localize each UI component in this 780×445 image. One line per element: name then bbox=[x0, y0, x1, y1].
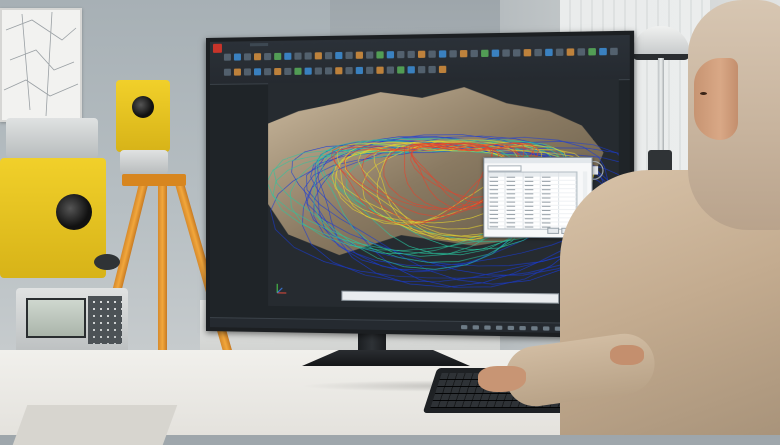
ribbon-tool-icon[interactable] bbox=[513, 49, 520, 56]
ribbon-tool-icon[interactable] bbox=[418, 51, 425, 58]
ribbon-tool-icon[interactable] bbox=[387, 51, 394, 58]
ribbon-tool-icon[interactable] bbox=[244, 53, 251, 60]
ribbon-tool-icon[interactable] bbox=[254, 53, 261, 60]
ribbon-tool-icon[interactable] bbox=[224, 68, 231, 75]
ribbon-tool-icon[interactable] bbox=[471, 50, 478, 57]
ribbon-tool-icon[interactable] bbox=[428, 65, 435, 72]
ribbon-tool-icon[interactable] bbox=[481, 50, 488, 57]
ribbon-tool-icon[interactable] bbox=[294, 67, 301, 74]
ribbon-tool-icon[interactable] bbox=[305, 52, 312, 59]
ribbon-tool-icon[interactable] bbox=[439, 65, 446, 72]
points-table[interactable] bbox=[487, 171, 577, 229]
ribbon-tool-icon[interactable] bbox=[556, 49, 564, 56]
ribbon-tool-icon[interactable] bbox=[397, 51, 404, 58]
ribbon-tool-icon[interactable] bbox=[224, 54, 231, 61]
ribbon-tool-icon[interactable] bbox=[335, 67, 342, 74]
ribbon-tool-icon[interactable] bbox=[234, 68, 241, 75]
ribbon-tab[interactable] bbox=[317, 42, 335, 45]
status-bar-icon[interactable] bbox=[531, 326, 537, 330]
ribbon-tool-icon[interactable] bbox=[274, 67, 281, 74]
ribbon-tab[interactable] bbox=[272, 43, 290, 46]
ribbon-tool-icon[interactable] bbox=[418, 66, 425, 73]
ribbon-tool-icon[interactable] bbox=[408, 66, 415, 73]
ribbon-tool-icon[interactable] bbox=[376, 66, 383, 73]
ribbon-tool-icon[interactable] bbox=[366, 66, 373, 73]
instrument-knob bbox=[94, 254, 120, 270]
dialog-title bbox=[484, 158, 591, 163]
ribbon-tool-icon[interactable] bbox=[325, 52, 332, 59]
ribbon-tab[interactable] bbox=[339, 42, 358, 45]
ribbon-tool-icon[interactable] bbox=[534, 49, 542, 56]
ribbon-tool-icon[interactable] bbox=[610, 48, 618, 55]
ribbon-tool-icon[interactable] bbox=[397, 66, 404, 73]
ribbon-tool-icon[interactable] bbox=[305, 67, 312, 74]
status-bar-icon[interactable] bbox=[496, 325, 502, 329]
ribbon-tool-icon[interactable] bbox=[524, 49, 531, 56]
ribbon-tool-icon[interactable] bbox=[294, 53, 301, 60]
map-lines bbox=[2, 10, 80, 120]
gnss-antenna-icon bbox=[632, 26, 690, 60]
framed-map-poster bbox=[0, 8, 82, 122]
ribbon-tool-icon[interactable] bbox=[284, 53, 291, 60]
ribbon-tool-icon[interactable] bbox=[254, 68, 261, 75]
status-bar-icon[interactable] bbox=[543, 326, 549, 330]
person-hand-mouse bbox=[610, 345, 644, 365]
ribbon-tab[interactable] bbox=[362, 41, 381, 44]
ribbon-tool-icon[interactable] bbox=[599, 48, 607, 55]
ribbon-tool-icon[interactable] bbox=[502, 49, 509, 56]
ribbon-tool-icon[interactable] bbox=[356, 66, 363, 73]
person-hand bbox=[478, 366, 526, 392]
keypad-icon bbox=[88, 296, 122, 344]
ok-button[interactable] bbox=[547, 228, 559, 234]
ribbon-tool-icon[interactable] bbox=[315, 67, 322, 74]
ribbon-tool-icon[interactable] bbox=[345, 67, 352, 74]
lens-icon bbox=[132, 96, 154, 118]
ribbon-tool-icon[interactable] bbox=[335, 52, 342, 59]
ribbon-tool-icon[interactable] bbox=[545, 49, 553, 56]
ribbon-tool-icon[interactable] bbox=[315, 52, 322, 59]
ribbon-tool-icon[interactable] bbox=[492, 50, 499, 57]
person-face bbox=[694, 58, 738, 140]
ribbon-tool-icon[interactable] bbox=[274, 53, 281, 60]
axis-icon bbox=[274, 282, 288, 296]
instrument-lcd bbox=[26, 298, 86, 338]
ribbon-tool-icons bbox=[224, 48, 619, 80]
ribbon-tool-icon[interactable] bbox=[325, 67, 332, 74]
tripod-leg bbox=[158, 180, 167, 375]
ribbon-tab[interactable] bbox=[294, 42, 312, 45]
ribbon-tool-icon[interactable] bbox=[577, 48, 585, 55]
ribbon-tool-icon[interactable] bbox=[356, 52, 363, 59]
ribbon-tab[interactable] bbox=[228, 43, 246, 46]
status-bar-icon[interactable] bbox=[519, 325, 525, 329]
ribbon-tab[interactable] bbox=[250, 43, 268, 46]
ribbon-tabs bbox=[228, 41, 403, 47]
ribbon-tool-icon[interactable] bbox=[284, 67, 291, 74]
ribbon-tool-icon[interactable] bbox=[387, 66, 394, 73]
ribbon-tool-icon[interactable] bbox=[376, 51, 383, 58]
ribbon-tool-icon[interactable] bbox=[428, 50, 435, 57]
cad-ribbon bbox=[210, 35, 630, 85]
ribbon-tab[interactable] bbox=[385, 41, 404, 44]
ribbon-tool-icon[interactable] bbox=[234, 53, 241, 60]
status-bar-icon[interactable] bbox=[473, 325, 479, 329]
lens-icon bbox=[56, 194, 92, 230]
ribbon-tool-icon[interactable] bbox=[366, 51, 373, 58]
status-bar-icon[interactable] bbox=[508, 325, 514, 329]
status-bar-icon[interactable] bbox=[484, 325, 490, 329]
ribbon-tool-icon[interactable] bbox=[244, 68, 251, 75]
ribbon-tool-icon[interactable] bbox=[264, 53, 271, 60]
ribbon-tool-icon[interactable] bbox=[567, 48, 575, 55]
instrument-handle bbox=[6, 118, 98, 158]
app-logo-icon[interactable] bbox=[213, 44, 222, 53]
ribbon-tool-icon[interactable] bbox=[264, 68, 271, 75]
ribbon-tool-icon[interactable] bbox=[408, 51, 415, 58]
ribbon-tool-icon[interactable] bbox=[588, 48, 596, 55]
paper-sheet bbox=[13, 405, 178, 445]
status-bar-icon[interactable] bbox=[461, 325, 467, 329]
ribbon-tool-icon[interactable] bbox=[345, 52, 352, 59]
ribbon-tool-icon[interactable] bbox=[439, 50, 446, 57]
person-eye bbox=[700, 92, 707, 95]
ribbon-tool-icon[interactable] bbox=[460, 50, 467, 57]
ribbon-tool-icon[interactable] bbox=[449, 50, 456, 57]
